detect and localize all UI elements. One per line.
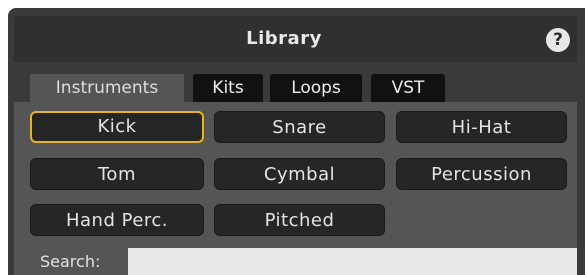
tab-loops[interactable]: Loops <box>270 74 362 102</box>
category-button-hi-hat[interactable]: Hi-Hat <box>396 111 567 143</box>
category-button-percussion[interactable]: Percussion <box>396 158 567 190</box>
tab-kits[interactable]: Kits <box>193 74 263 102</box>
tab-vst[interactable]: VST <box>371 74 445 102</box>
search-input[interactable] <box>128 248 577 275</box>
panel-header: Library ? <box>14 16 577 62</box>
panel-title: Library <box>246 28 322 49</box>
category-button-tom[interactable]: Tom <box>30 158 204 190</box>
category-button-cymbal[interactable]: Cymbal <box>214 158 385 190</box>
search-label: Search: <box>40 252 101 271</box>
category-button-pitched[interactable]: Pitched <box>214 204 385 236</box>
category-button-snare[interactable]: Snare <box>214 111 385 143</box>
category-button-hand-perc[interactable]: Hand Perc. <box>30 204 204 236</box>
category-button-kick[interactable]: Kick <box>30 111 204 143</box>
tab-instruments[interactable]: Instruments <box>30 74 184 102</box>
help-button[interactable]: ? <box>546 28 570 52</box>
